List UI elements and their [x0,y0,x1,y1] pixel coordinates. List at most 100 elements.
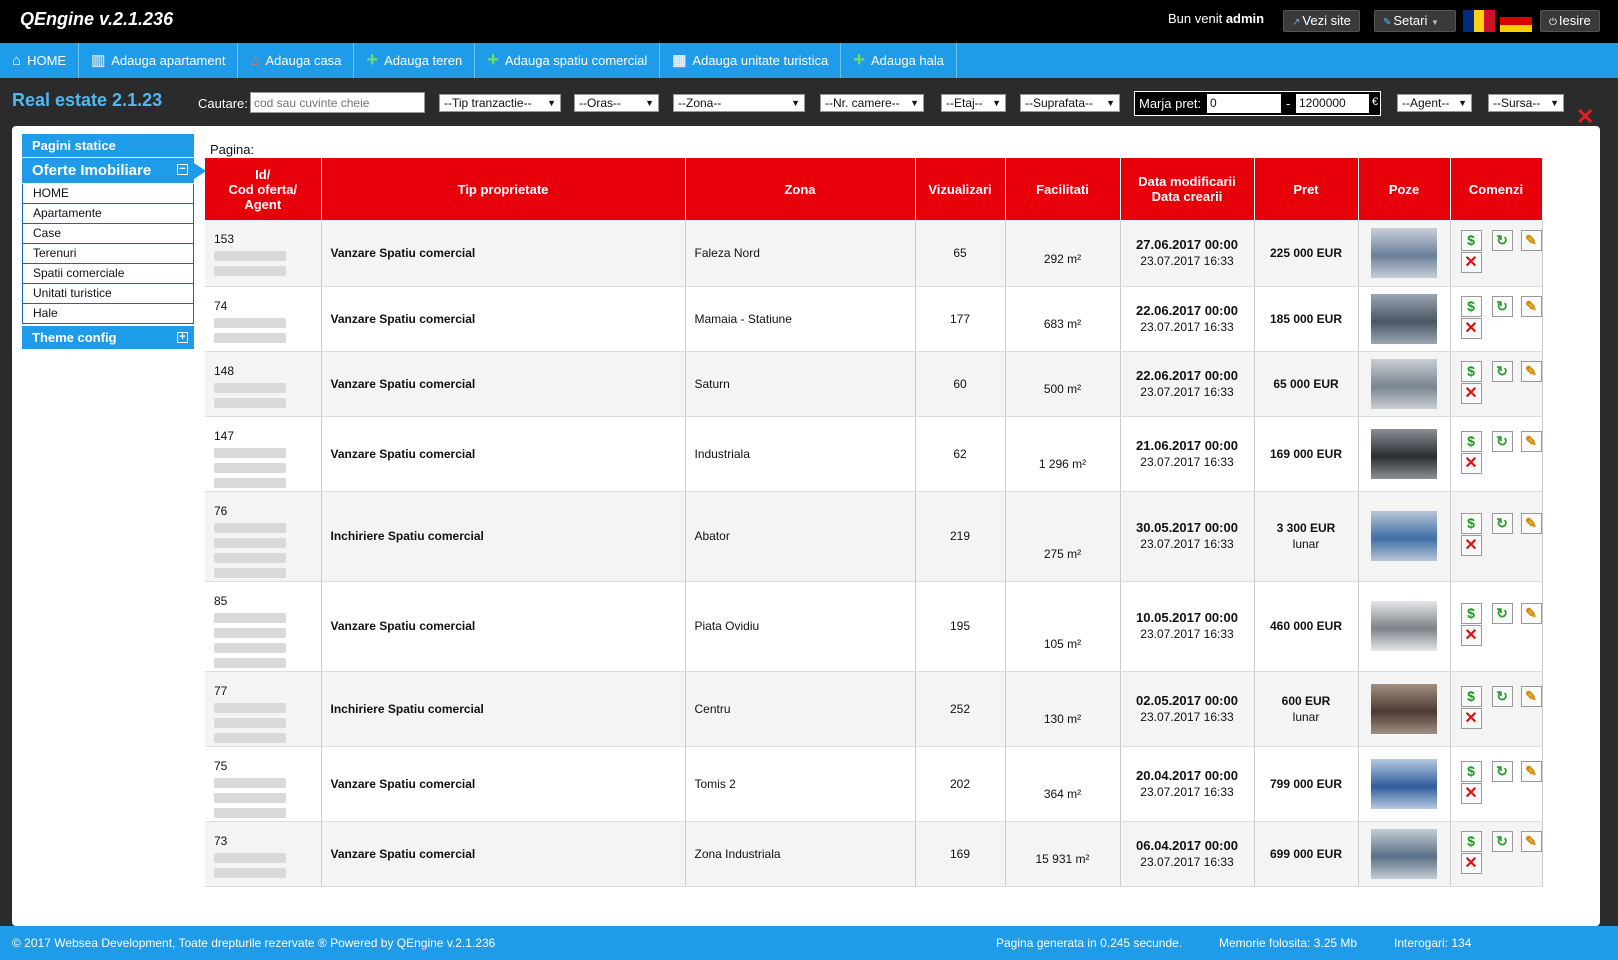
sidebar-item-commercial[interactable]: Spatii comerciale [22,264,194,284]
collapse-icon[interactable]: − [177,164,188,175]
select-transaction-type[interactable]: --Tip tranzactie-- ▼ [439,94,561,112]
edit-icon[interactable]: ✎ [1520,295,1542,317]
refresh-icon[interactable]: ↻ [1491,229,1513,251]
refresh-icon[interactable]: ↻ [1491,513,1513,534]
property-thumbnail[interactable] [1371,758,1437,809]
cell-commands: $ ↻ ✎ ✕ [1450,416,1543,492]
dollar-icon[interactable]: $ [1460,685,1482,707]
cell-dates: 20.04.2017 00:00 23.07.2017 16:33 [1120,746,1255,822]
delete-icon[interactable]: ✕ [1460,852,1482,874]
redacted-text [214,317,286,328]
flag-de-icon[interactable] [1500,10,1532,32]
property-thumbnail[interactable] [1371,683,1437,734]
price-max-input[interactable]: 1200000 [1296,94,1369,113]
delete-icon[interactable]: ✕ [1460,782,1482,804]
sidebar-static-pages[interactable]: Pagini statice [22,134,194,158]
chevron-down-icon: ▼ [645,98,654,108]
nav-add-touristic[interactable]: ▦ Adauga unitate turistica [660,43,842,78]
delete-icon[interactable]: ✕ [1460,625,1482,646]
col-price[interactable]: Pret [1254,158,1359,220]
nav-add-commercial[interactable]: + Adauga spatiu comercial [475,43,661,78]
cell-views: 219 [915,491,1006,582]
flag-ro-icon[interactable] [1463,10,1496,32]
view-site-button[interactable]: ↗ Vezi site [1283,10,1360,32]
edit-icon[interactable]: ✎ [1520,603,1542,624]
select-floor[interactable]: --Etaj-- ▼ [941,94,1006,112]
refresh-icon[interactable]: ↻ [1491,603,1513,624]
delete-icon[interactable]: ✕ [1460,317,1482,339]
delete-icon[interactable]: ✕ [1460,251,1482,273]
edit-icon[interactable]: ✎ [1520,685,1542,707]
nav-add-house[interactable]: ⌂ Adauga casa [238,43,355,78]
nav-add-land[interactable]: + Adauga teren [354,43,476,78]
cell-id: 77 [205,671,322,747]
refresh-icon[interactable]: ↻ [1491,830,1513,852]
dollar-icon[interactable]: $ [1460,295,1482,317]
col-id[interactable]: Id/Cod oferta/Agent [205,158,322,220]
delete-icon[interactable]: ✕ [1460,707,1482,729]
dollar-icon[interactable]: $ [1460,760,1482,782]
property-thumbnail[interactable] [1371,828,1437,879]
cell-price: 169 000 EUR [1254,416,1359,492]
col-dates[interactable]: Data modificarii Data crearii [1120,158,1255,220]
property-thumbnail[interactable] [1371,601,1437,651]
refresh-icon[interactable]: ↻ [1491,760,1513,782]
dollar-icon[interactable]: $ [1460,603,1482,624]
chevron-down-icon: ▼ [910,98,919,108]
edit-icon[interactable]: ✎ [1520,760,1542,782]
refresh-icon[interactable]: ↻ [1491,360,1513,382]
col-type[interactable]: Tip proprietate [321,158,686,220]
delete-icon[interactable]: ✕ [1460,535,1482,556]
property-thumbnail[interactable] [1371,428,1437,479]
sidebar-item-land[interactable]: Terenuri [22,244,194,264]
cell-facilities: 1 296 m² [1005,416,1121,492]
col-facilities[interactable]: Facilitati [1005,158,1121,220]
sidebar-item-halls[interactable]: Hale [22,304,194,324]
edit-icon[interactable]: ✎ [1520,360,1542,382]
dollar-icon[interactable]: $ [1460,360,1482,382]
refresh-icon[interactable]: ↻ [1491,430,1513,452]
select-source[interactable]: --Sursa-- ▼ [1488,94,1564,112]
select-agent[interactable]: --Agent-- ▼ [1397,94,1472,112]
property-thumbnail[interactable] [1371,227,1437,278]
price-min-input[interactable]: 0 [1207,94,1281,113]
sidebar-item-home[interactable]: HOME [22,184,194,204]
nav-add-hall[interactable]: + Adauga hala [841,43,957,78]
refresh-icon[interactable]: ↻ [1491,295,1513,317]
logout-button[interactable]: ⏻ Iesire [1540,10,1600,32]
edit-icon[interactable]: ✎ [1520,430,1542,452]
sidebar-item-houses[interactable]: Case [22,224,194,244]
property-thumbnail[interactable] [1371,293,1437,344]
sidebar-theme-config[interactable]: Theme config + [22,326,194,350]
nav-add-apartment[interactable]: ▥ Adauga apartament [79,43,239,78]
redacted-text [214,777,286,788]
settings-button[interactable]: ✎ Setari ▼ [1374,10,1456,32]
sidebar-offers-header[interactable]: Oferte Imobiliare − [22,158,206,184]
cell-facilities: 275 m² [1005,491,1121,582]
dollar-icon[interactable]: $ [1460,513,1482,534]
sidebar-item-apartments[interactable]: Apartamente [22,204,194,224]
search-input[interactable] [250,92,425,113]
edit-icon[interactable]: ✎ [1520,229,1542,251]
edit-icon[interactable]: ✎ [1520,830,1542,852]
select-city[interactable]: --Oras-- ▼ [574,94,659,112]
delete-icon[interactable]: ✕ [1460,452,1482,474]
dollar-icon[interactable]: $ [1460,229,1482,251]
edit-icon[interactable]: ✎ [1520,513,1542,534]
sidebar-item-touristic[interactable]: Unitati turistice [22,284,194,304]
property-thumbnail[interactable] [1371,358,1437,409]
home-icon: ⌂ [12,52,22,69]
col-zone[interactable]: Zona [685,158,916,220]
property-thumbnail[interactable] [1371,511,1437,561]
col-views[interactable]: Vizualizari [915,158,1006,220]
select-rooms[interactable]: --Nr. camere-- ▼ [820,94,924,112]
nav-home[interactable]: ⌂ HOME [0,43,80,78]
expand-icon[interactable]: + [177,332,188,343]
cell-type: Vanzare Spatiu comercial [321,416,686,492]
dollar-icon[interactable]: $ [1460,430,1482,452]
select-zone[interactable]: --Zona-- ▼ [673,94,805,112]
refresh-icon[interactable]: ↻ [1491,685,1513,707]
dollar-icon[interactable]: $ [1460,830,1482,852]
delete-icon[interactable]: ✕ [1460,382,1482,404]
select-surface[interactable]: --Suprafata-- ▼ [1020,94,1120,112]
